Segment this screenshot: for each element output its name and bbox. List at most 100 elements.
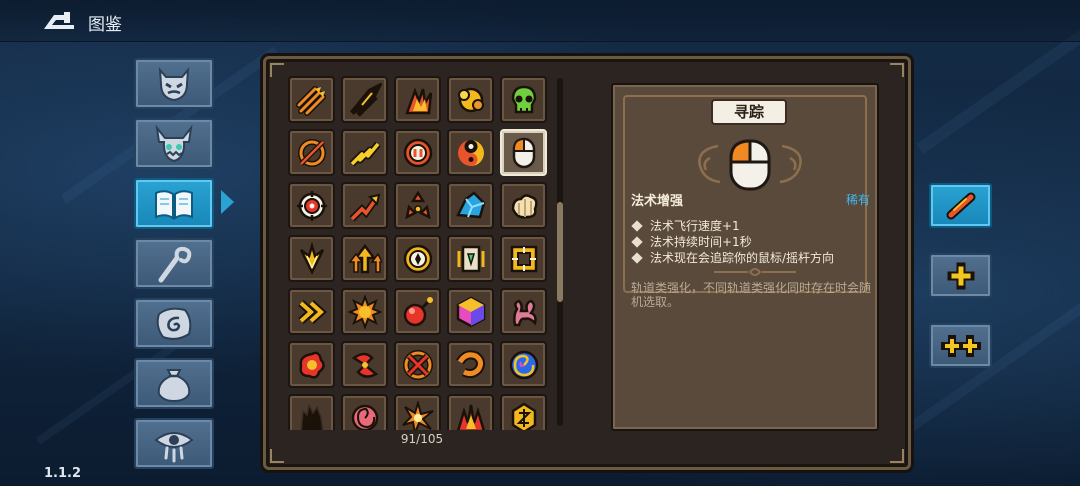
spell-cell[interactable] [447, 288, 494, 335]
red-spikes-icon [456, 404, 485, 430]
effect-list: 法术飞行速度+1 法术持续时间+1秒 法术现在会追踪你的鼠标/摇杆方向 [631, 218, 868, 266]
bullet-diamond-icon [631, 236, 643, 248]
version-label: 1.1.2 [44, 466, 82, 481]
spell-cell[interactable] [341, 129, 388, 176]
collection-counter: 91/105 [400, 432, 444, 446]
ornament-divider [714, 268, 796, 276]
pouch-icon [157, 368, 191, 402]
spell-cell[interactable] [500, 182, 547, 229]
pause-coin-icon [403, 138, 432, 167]
spark-burst-icon [401, 400, 434, 430]
rarity-label: 稀有 [846, 193, 871, 207]
spell-cell[interactable] [394, 235, 441, 282]
red-flower-icon [298, 351, 325, 379]
double-plus-icon [940, 334, 981, 357]
bullet-diamond-icon [631, 220, 643, 232]
wand-icon [158, 246, 192, 282]
double-chevron-icon [297, 299, 327, 324]
yin-yang-icon [457, 139, 484, 166]
spell-cell[interactable] [500, 76, 547, 123]
golden-explosion-icon [457, 87, 484, 112]
orange-sun-icon [347, 294, 382, 329]
spell-cell[interactable] [288, 182, 335, 229]
spell-cell[interactable] [500, 341, 547, 388]
category-tab-relics[interactable] [134, 298, 214, 349]
spell-cell[interactable] [394, 288, 441, 335]
spell-cell[interactable] [447, 76, 494, 123]
cream-worm-icon [511, 193, 538, 219]
spell-cell[interactable] [500, 129, 547, 176]
cross-target-icon [402, 349, 433, 380]
spell-cell[interactable] [341, 235, 388, 282]
spell-cell[interactable] [500, 235, 547, 282]
weeping-eye-icon [154, 431, 194, 462]
card-cage-icon [457, 245, 484, 272]
spell-cell[interactable] [447, 235, 494, 282]
red-bomb-icon [403, 296, 433, 326]
effect-text: 法术现在会追踪你的鼠标/摇杆方向 [650, 251, 835, 265]
spell-note: 轨道类强化，不同轨道类强化同时存在时会随机选取。 [631, 281, 872, 309]
back-button[interactable] [40, 9, 78, 33]
spell-cell[interactable] [500, 394, 547, 430]
frame-corner [890, 63, 904, 77]
crosshair-icon [296, 190, 327, 221]
frame-corner [270, 449, 284, 463]
spell-cell[interactable] [447, 182, 494, 229]
spell-cell[interactable] [341, 288, 388, 335]
category-tab-enemies[interactable] [134, 58, 214, 109]
bullet-diamond-icon [631, 252, 643, 264]
plus-icon [947, 262, 974, 289]
red-swirl-icon [351, 352, 378, 378]
spell-cell[interactable] [288, 129, 335, 176]
back-arrow-icon [44, 12, 74, 29]
category-tab-spellbook[interactable] [134, 178, 214, 229]
mouse-icon [729, 139, 771, 191]
spell-grid [286, 74, 556, 430]
spell-cell[interactable] [500, 288, 547, 335]
triangle-arrows-icon [404, 190, 431, 219]
open-book-icon [155, 189, 193, 220]
slot-button-2[interactable] [929, 253, 992, 298]
spell-cell[interactable] [341, 76, 388, 123]
pink-coral-icon [512, 299, 537, 326]
pink-rose-icon [351, 404, 378, 430]
orbit-arrow-icon [297, 138, 326, 167]
spell-cell[interactable] [394, 341, 441, 388]
spell-cell[interactable] [394, 394, 441, 430]
spell-cell[interactable] [341, 394, 388, 430]
category-tab-bosses[interactable] [134, 118, 214, 169]
category-tab-staffs[interactable] [134, 238, 214, 289]
spell-cell[interactable] [288, 76, 335, 123]
blue-vortex-icon [509, 350, 538, 379]
spell-cell[interactable] [394, 182, 441, 229]
mouse-icon [512, 137, 535, 168]
slot-button-1[interactable] [929, 183, 992, 228]
spell-cell[interactable] [341, 182, 388, 229]
dark-tower-icon [299, 402, 323, 430]
ornament-swirl-right [779, 144, 802, 184]
golden-rune-icon [511, 402, 536, 430]
spell-cell[interactable] [447, 129, 494, 176]
red-hook-icon [455, 349, 485, 378]
frame-corner [270, 63, 284, 77]
slot-button-3[interactable] [929, 323, 992, 368]
category-tab-items[interactable] [134, 358, 214, 409]
triple-arrow-icon [295, 85, 326, 116]
spell-cell[interactable] [394, 129, 441, 176]
spell-cell[interactable] [447, 394, 494, 430]
spell-cell[interactable] [447, 341, 494, 388]
spell-cell[interactable] [288, 341, 335, 388]
active-tab-pointer [221, 190, 234, 214]
grid-scrollbar-thumb[interactable] [557, 202, 563, 302]
effect-item: 法术现在会追踪你的鼠标/摇杆方向 [631, 250, 868, 266]
fire-burst-arrows-icon [404, 86, 432, 114]
effect-text: 法术飞行速度+1 [650, 219, 740, 233]
spell-cell[interactable] [394, 76, 441, 123]
spell-name: 寻踪 [711, 99, 787, 125]
spell-cell[interactable] [288, 288, 335, 335]
spell-cell[interactable] [288, 394, 335, 430]
spell-cell[interactable] [341, 341, 388, 388]
spell-cell[interactable] [288, 235, 335, 282]
horned-demon-icon [155, 124, 193, 162]
category-tab-curses[interactable] [134, 418, 214, 469]
